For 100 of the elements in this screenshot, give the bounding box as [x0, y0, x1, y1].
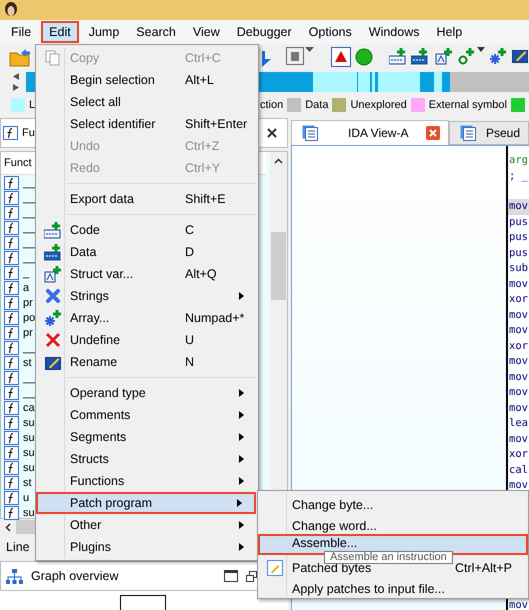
scrollbar-thumb[interactable]	[271, 232, 286, 300]
function-icon	[4, 430, 19, 444]
graph-icon	[6, 568, 23, 584]
function-name[interactable]: __	[23, 192, 36, 204]
function-name[interactable]: su	[23, 416, 35, 428]
function-name[interactable]: __	[23, 222, 36, 234]
menu-item[interactable]: Segments	[38, 426, 256, 448]
menu-item[interactable]: Edit	[41, 21, 79, 43]
function-name[interactable]: a	[23, 282, 30, 294]
menu-item[interactable]: Apply patches to input file...	[260, 576, 526, 597]
legend-label: Data	[305, 99, 328, 111]
code-line: mov	[508, 323, 529, 338]
scroll-left-icon[interactable]	[5, 522, 11, 532]
menu-item[interactable]: Comments	[38, 404, 256, 426]
menu-item[interactable]: Jump	[82, 22, 126, 42]
function-name[interactable]: __	[23, 206, 36, 218]
code-line: mov	[508, 370, 529, 384]
menu-item[interactable]: Struct var... Alt+Q	[38, 263, 256, 285]
function-name[interactable]: st	[23, 476, 32, 488]
asterisk-add-icon	[489, 47, 507, 65]
circle-icon[interactable]	[354, 47, 374, 67]
view-tab[interactable]: IDA View-A	[291, 120, 449, 145]
text-style-icon[interactable]	[286, 47, 304, 65]
menu-item[interactable]: Patch program	[36, 492, 256, 514]
function-name[interactable]: __	[23, 372, 36, 384]
function-name[interactable]: po	[23, 312, 36, 324]
function-icon	[4, 340, 19, 354]
menu-item[interactable]: Debugger	[230, 22, 299, 42]
code-add-icon	[44, 221, 62, 239]
function-name[interactable]: su	[23, 432, 35, 444]
function-name[interactable]: __	[23, 236, 36, 248]
menu-item[interactable]: Strings	[38, 285, 256, 307]
function-name[interactable]: su	[23, 446, 35, 458]
data-add-icon	[411, 47, 429, 65]
menu-item[interactable]: Other	[38, 514, 256, 536]
function-name[interactable]: u	[23, 492, 30, 504]
function-icon	[4, 266, 19, 280]
menu-item[interactable]: Search	[129, 22, 183, 42]
menu-item[interactable]: Data D	[38, 241, 256, 263]
cross-icon	[45, 288, 61, 304]
function-name[interactable]: __	[23, 252, 36, 264]
scroll-arrows-icon[interactable]	[12, 72, 20, 92]
document-icon	[302, 125, 318, 141]
pencil-icon	[45, 354, 61, 370]
copy-icon	[45, 50, 61, 66]
function-name[interactable]: su	[23, 506, 35, 518]
view-tab[interactable]: Pseud	[448, 121, 529, 145]
function-name[interactable]: ca	[23, 402, 35, 414]
panel-tab-title: Fu	[22, 127, 35, 139]
pencil-icon	[267, 560, 283, 576]
function-icon	[4, 190, 19, 204]
menu-item[interactable]: Select all	[38, 91, 256, 113]
menu-item[interactable]: Begin selection Alt+L	[38, 69, 256, 91]
menu-item[interactable]: Operand type	[38, 382, 256, 404]
struct-add-icon	[435, 47, 453, 65]
function-name[interactable]: __	[23, 386, 36, 398]
function-name[interactable]: pr	[23, 326, 33, 338]
status-text: Line	[6, 539, 30, 556]
menu-item[interactable]: Select identifier Shift+Enter	[38, 113, 256, 135]
function-name[interactable]: st	[23, 356, 32, 368]
menu-item[interactable]: Array... Numpad+*	[38, 307, 256, 329]
function-icon	[4, 416, 19, 430]
function-icon	[4, 220, 19, 234]
function-icon	[4, 490, 19, 504]
warning-icon[interactable]	[331, 47, 351, 67]
menu-item[interactable]: Change word...	[260, 513, 526, 534]
menu-item[interactable]: Code C	[38, 219, 256, 241]
maximize-icon[interactable]	[224, 570, 238, 582]
close-icon[interactable]	[267, 128, 277, 138]
app-logo-icon	[4, 2, 18, 18]
menu-item[interactable]: Structs	[38, 448, 256, 470]
struct-add-icon	[44, 265, 62, 283]
restore-icon[interactable]	[246, 570, 257, 582]
string-add-icon[interactable]	[458, 47, 476, 65]
caret-icon[interactable]	[477, 47, 485, 52]
menu-item[interactable]: Functions	[38, 470, 256, 492]
function-icon	[3, 126, 18, 140]
code-line: lea	[508, 416, 529, 431]
caret-icon[interactable]	[305, 47, 314, 52]
function-name[interactable]: pr	[23, 296, 33, 308]
menu-item[interactable]: View	[186, 22, 227, 42]
function-icon	[4, 386, 19, 400]
function-name[interactable]: su	[23, 462, 35, 474]
function-name[interactable]: __	[23, 176, 36, 188]
tab-label: IDA View-A	[348, 126, 408, 140]
menu-item[interactable]: Change byte...	[260, 492, 526, 513]
function-icon	[4, 280, 19, 294]
scroll-up-icon[interactable]	[274, 158, 283, 164]
data-add-icon	[44, 243, 62, 261]
menu-item[interactable]: File	[4, 22, 38, 42]
function-name[interactable]: __	[23, 342, 36, 354]
folder-icon[interactable]	[9, 47, 31, 67]
menu-item[interactable]: Export data Shift+E	[38, 188, 256, 210]
function-name[interactable]: _	[23, 266, 30, 278]
menu-item[interactable]: Undefine U	[38, 329, 256, 351]
menu-item[interactable]: Windows	[362, 22, 426, 42]
menu-item[interactable]: Options	[302, 22, 359, 42]
menu-item[interactable]: Help	[429, 22, 470, 42]
menu-item[interactable]: Plugins	[38, 536, 256, 558]
menu-item[interactable]: Rename N	[38, 351, 256, 373]
